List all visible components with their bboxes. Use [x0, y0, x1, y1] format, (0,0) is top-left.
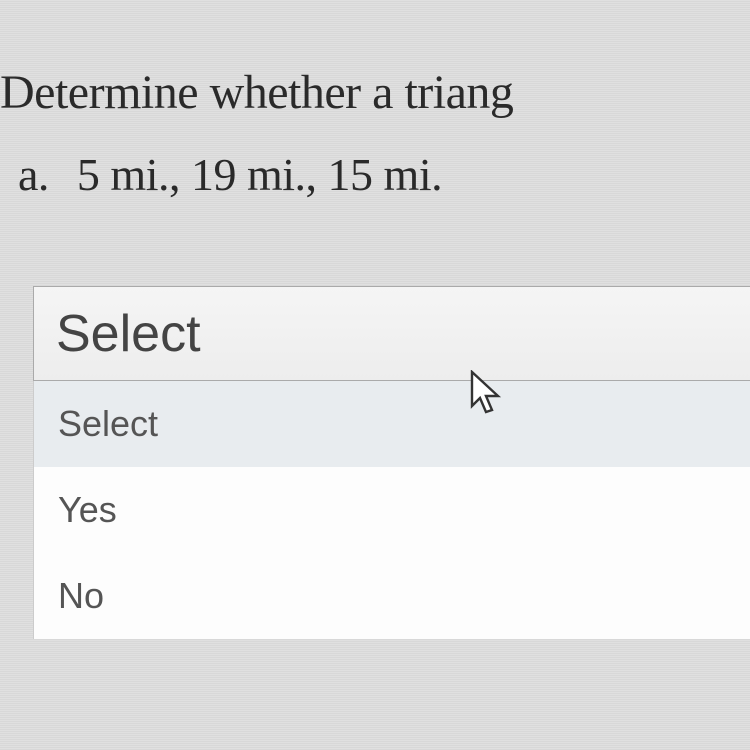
answer-dropdown[interactable]: Select Select Yes No: [33, 286, 750, 639]
dropdown-list: Select Yes No: [33, 381, 750, 639]
subquestion-a: a. 5 mi., 19 mi., 15 mi.: [0, 120, 750, 201]
dropdown-option-no[interactable]: No: [34, 553, 750, 639]
sub-text: 5 mi., 19 mi., 15 mi.: [77, 149, 442, 200]
dropdown-selected-text: Select: [56, 304, 201, 364]
dropdown-option-yes[interactable]: Yes: [34, 467, 750, 553]
sub-letter: a.: [18, 149, 49, 200]
dropdown-selected[interactable]: Select: [33, 286, 750, 381]
question-prompt: Determine whether a triang: [0, 0, 750, 120]
dropdown-option-select[interactable]: Select: [34, 381, 750, 467]
